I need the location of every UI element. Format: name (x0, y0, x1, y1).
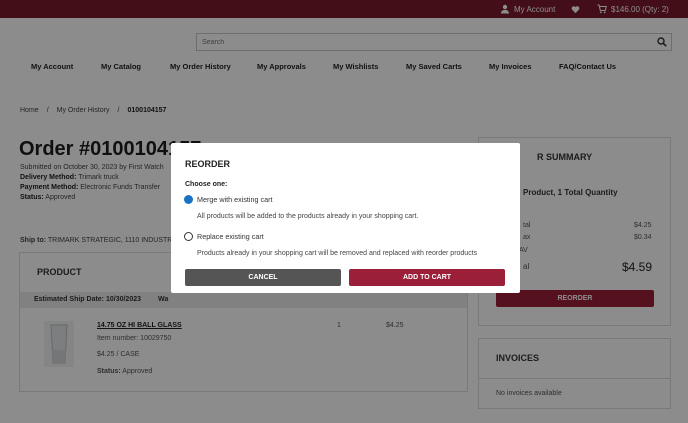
merge-option[interactable]: Merge with existing cart (184, 195, 273, 204)
replace-option[interactable]: Replace existing cart (184, 232, 264, 241)
modal-title: REORDER (185, 159, 231, 169)
replace-description: Products already in your shopping cart w… (197, 250, 478, 257)
merge-description: All products will be added to the produc… (197, 213, 419, 220)
replace-label: Replace existing cart (197, 232, 264, 241)
replace-radio[interactable] (184, 232, 193, 241)
reorder-modal: REORDER Choose one: Merge with existing … (171, 143, 520, 293)
add-to-cart-button[interactable]: ADD TO CART (349, 269, 505, 286)
cancel-button[interactable]: CANCEL (185, 269, 341, 286)
choose-label: Choose one: (185, 181, 228, 188)
merge-radio[interactable] (184, 195, 193, 204)
merge-label: Merge with existing cart (197, 195, 273, 204)
